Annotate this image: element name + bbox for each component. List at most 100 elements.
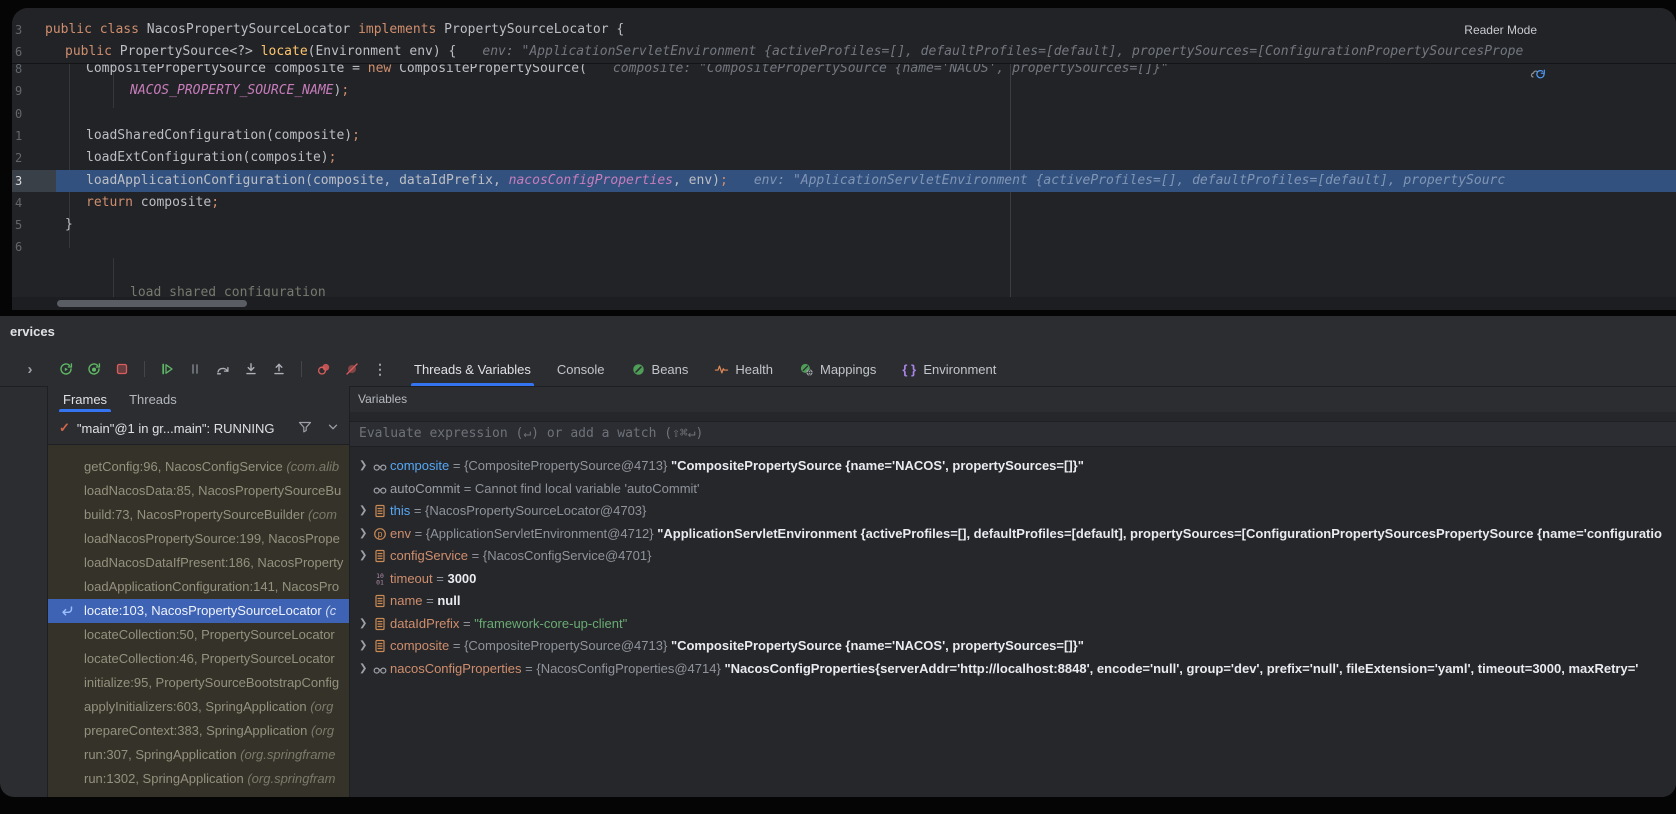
collapse-chevron-icon[interactable]: › bbox=[22, 361, 38, 378]
chevron-down-icon[interactable] bbox=[325, 419, 341, 438]
stack-frame[interactable]: loadNacosDataIfPresent:186, NacosPropert… bbox=[48, 551, 349, 575]
variables-panel: Evaluate expression (↵) or add a watch (… bbox=[350, 412, 1676, 797]
variable-reference: = Cannot find local variable 'autoCommit… bbox=[460, 481, 699, 496]
expand-chevron-icon[interactable]: ❯ bbox=[359, 658, 367, 680]
expand-chevron-icon[interactable]: ❯ bbox=[359, 500, 367, 522]
stack-frame[interactable]: getConfig:96, NacosConfigService (com.al… bbox=[48, 455, 349, 479]
variable-row-this[interactable]: ❯this = {NacosPropertySourceLocator@4703… bbox=[350, 500, 1676, 522]
stack-frame[interactable]: loadNacosData:85, NacosPropertySourceBu bbox=[48, 479, 349, 503]
variable-reference: = bbox=[459, 616, 474, 631]
stack-frame[interactable]: run:1302, SpringApplication (org.springf… bbox=[48, 767, 349, 791]
thread-status-icon: ✓ bbox=[59, 420, 70, 436]
code-line: 1loadSharedConfiguration(composite); bbox=[12, 125, 1676, 147]
code-line: 3public class NacosPropertySourceLocator… bbox=[12, 19, 1676, 41]
code-line: 6public PropertySource<?> locate(Environ… bbox=[12, 41, 1676, 63]
pause-button[interactable] bbox=[186, 360, 204, 378]
variable-value: "ApplicationServletEnvironment {activePr… bbox=[657, 526, 1662, 541]
rerun-button[interactable] bbox=[57, 360, 75, 378]
variable-name: configService bbox=[390, 548, 468, 563]
stack-frame-selected[interactable]: locate:103, NacosPropertySourceLocator (… bbox=[48, 599, 349, 623]
mute-breakpoints-button[interactable] bbox=[343, 360, 361, 378]
indent-guide bbox=[113, 258, 114, 298]
variable-row-composite[interactable]: ❯composite = {CompositePropertySource@47… bbox=[350, 635, 1676, 657]
variable-row-configService[interactable]: ❯configService = {NacosConfigService@470… bbox=[350, 545, 1676, 567]
variable-value: "CompositePropertySource {name='NACOS', … bbox=[671, 458, 1084, 473]
thread-selector[interactable]: ✓ "main"@1 in gr...main": RUNNING bbox=[48, 412, 349, 445]
stack-frame[interactable]: loadApplicationConfiguration:141, NacosP… bbox=[48, 575, 349, 599]
code-line: 0 bbox=[12, 103, 1676, 125]
tab-environment[interactable]: { }Environment bbox=[889, 352, 1009, 386]
inline-debugger-hint: env: "ApplicationServletEnvironment {act… bbox=[482, 44, 1523, 59]
step-into-button[interactable] bbox=[242, 360, 260, 378]
stack-frame[interactable]: build:73, NacosPropertySourceBuilder (co… bbox=[48, 503, 349, 527]
variable-value: "CompositePropertySource {name='NACOS', … bbox=[671, 638, 1084, 653]
tab-threads[interactable]: Threads bbox=[129, 386, 177, 412]
stack-frame[interactable]: locateCollection:50, PropertySourceLocat… bbox=[48, 623, 349, 647]
variable-row-composite[interactable]: ❯composite = {CompositePropertySource@47… bbox=[350, 455, 1676, 477]
tab-health[interactable]: Health bbox=[701, 352, 786, 386]
expand-chevron-icon[interactable]: ❯ bbox=[359, 523, 367, 545]
stack-frame[interactable]: locateCollection:46, PropertySourceLocat… bbox=[48, 647, 349, 671]
variable-row-timeout[interactable]: 1001timeout = 3000 bbox=[350, 568, 1676, 590]
stop-button[interactable] bbox=[113, 360, 131, 378]
expand-chevron-icon[interactable]: ❯ bbox=[359, 545, 367, 567]
tab-console[interactable]: Console bbox=[544, 352, 618, 386]
variable-name: autoCommit bbox=[390, 481, 460, 496]
line-number: 6 bbox=[15, 41, 22, 63]
services-tool-window-title: ervices bbox=[10, 324, 55, 339]
filter-funnel-icon[interactable] bbox=[297, 419, 313, 438]
variable-row-name[interactable]: name = null bbox=[350, 590, 1676, 612]
line-number: 6 bbox=[15, 236, 22, 258]
evaluate-expression-input[interactable]: Evaluate expression (↵) or add a watch (… bbox=[350, 421, 1676, 447]
stack-frame[interactable]: run:307, SpringApplication (org.springfr… bbox=[48, 743, 349, 767]
stack-frame[interactable]: prepareContext:383, SpringApplication (o… bbox=[48, 719, 349, 743]
thread-status-label: "main"@1 in gr...main": RUNNING bbox=[77, 421, 290, 436]
variable-value: "NacosConfigProperties{serverAddr='http:… bbox=[724, 661, 1638, 676]
line-number: 3 bbox=[15, 19, 22, 41]
ide-window: 8CompositePropertySource composite = new… bbox=[0, 0, 1676, 814]
rerun-debug-button[interactable] bbox=[85, 360, 103, 378]
watch-icon bbox=[372, 481, 388, 497]
resume-button[interactable] bbox=[158, 360, 176, 378]
tab-frames[interactable]: Frames bbox=[63, 386, 107, 412]
code-line: 6 bbox=[12, 236, 1676, 258]
variable-value: null bbox=[437, 593, 460, 608]
expand-chevron-icon[interactable]: ❯ bbox=[359, 613, 367, 635]
tab-label: Threads & Variables bbox=[414, 362, 531, 377]
horizontal-scrollbar-track[interactable] bbox=[12, 297, 1676, 310]
variable-name: this bbox=[390, 503, 410, 518]
horizontal-scrollbar-thumb[interactable] bbox=[57, 300, 247, 307]
code-line: 4return composite; bbox=[12, 192, 1676, 214]
line-number: 1 bbox=[15, 125, 22, 147]
debug-tool-window: ervices › ⋮ Threads & Variables ConsoleBe… bbox=[0, 316, 1676, 797]
variable-value: "framework-core-up-client" bbox=[474, 616, 627, 631]
more-button[interactable]: ⋮ bbox=[371, 360, 389, 378]
variable-value: 3000 bbox=[447, 571, 476, 586]
expand-chevron-icon[interactable]: ❯ bbox=[359, 635, 367, 657]
variable-reference: = {NacosConfigProperties@4714} bbox=[522, 661, 725, 676]
ai-assistant-icon[interactable] bbox=[1528, 64, 1548, 84]
variable-row-autoCommit[interactable]: autoCommit = Cannot find local variable … bbox=[350, 478, 1676, 500]
tab-threads-variables[interactable]: Threads & Variables bbox=[401, 352, 544, 386]
step-over-button[interactable] bbox=[214, 360, 232, 378]
execution-pointer-icon bbox=[59, 603, 75, 619]
inline-debugger-hint: env: "ApplicationServletEnvironment {act… bbox=[754, 173, 1505, 188]
param-icon: p bbox=[372, 526, 388, 542]
tab-label: Environment bbox=[923, 362, 996, 377]
variable-name: dataIdPrefix bbox=[390, 616, 459, 631]
step-out-button[interactable] bbox=[270, 360, 288, 378]
sticky-lines-header: 3public class NacosPropertySourceLocator… bbox=[12, 8, 1676, 64]
tab-beans[interactable]: Beans bbox=[618, 352, 702, 386]
stack-frame[interactable]: applyInitializers:603, SpringApplication… bbox=[48, 695, 349, 719]
variable-row-env[interactable]: ❯penv = {ApplicationServletEnvironment@4… bbox=[350, 523, 1676, 545]
line-number: 9 bbox=[15, 80, 22, 102]
variable-row-dataIdPrefix[interactable]: ❯ dataIdPrefix = "framework-core-up-clien… bbox=[350, 613, 1676, 635]
stack-frame[interactable]: loadNacosPropertySource:199, NacosPrope bbox=[48, 527, 349, 551]
tab-mappings[interactable]: Mappings bbox=[786, 352, 889, 386]
view-breakpoints-button[interactable] bbox=[315, 360, 333, 378]
line-number: 4 bbox=[15, 192, 22, 214]
stack-frame[interactable]: initialize:95, PropertySourceBootstrapCo… bbox=[48, 671, 349, 695]
variable-row-nacosConfigProperties[interactable]: ❯nacosConfigProperties = {NacosConfigPro… bbox=[350, 658, 1676, 680]
code-editor[interactable]: 8CompositePropertySource composite = new… bbox=[12, 8, 1676, 310]
expand-chevron-icon[interactable]: ❯ bbox=[359, 455, 367, 477]
